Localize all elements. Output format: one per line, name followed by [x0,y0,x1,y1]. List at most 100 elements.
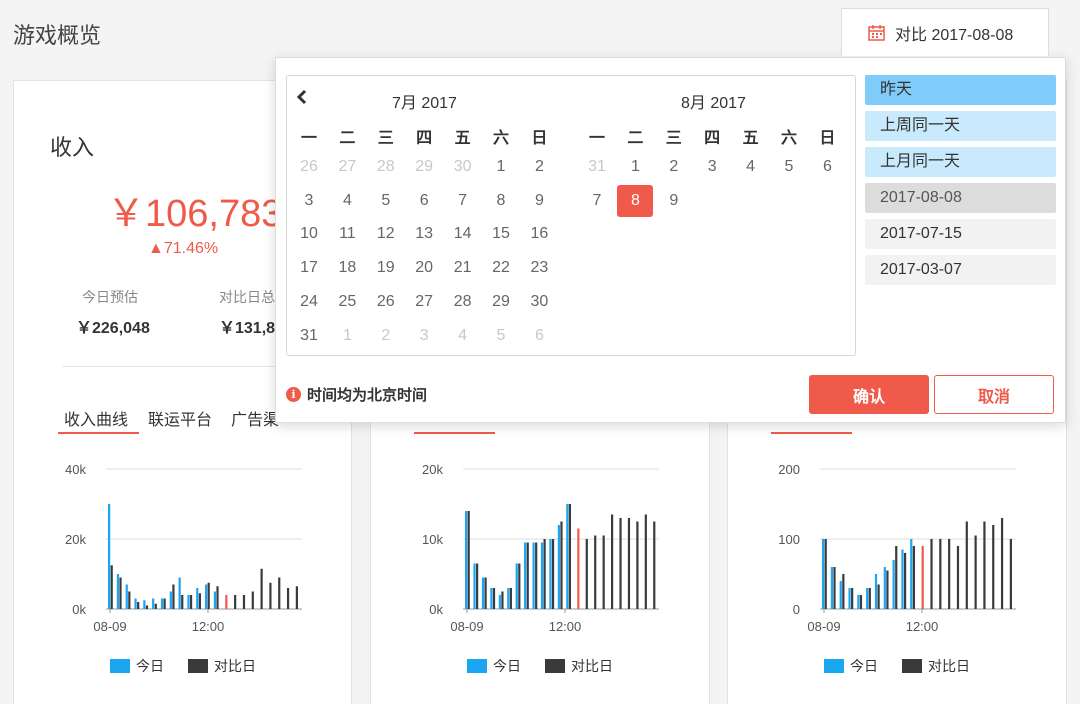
day-cell[interactable]: 30 [445,151,481,183]
day-cell[interactable]: 1 [483,151,519,183]
bar-compare [956,546,960,609]
day-cell[interactable]: 29 [483,286,519,318]
compare-date-button[interactable]: 对比 2017-08-08 [841,8,1049,56]
day-cell[interactable]: 3 [694,151,730,183]
day-cell[interactable]: 28 [445,286,481,318]
confirm-button[interactable]: 确认 [809,375,929,414]
day-cell[interactable]: 6 [521,320,557,352]
bar-compare [610,514,614,609]
bar-today [866,588,869,609]
day-cell[interactable]: 17 [291,252,327,284]
day-cell[interactable]: 16 [521,218,557,250]
day-cell[interactable]: 27 [406,286,442,318]
weekday-label: 六 [780,130,797,147]
day-cell[interactable]: 15 [483,218,519,250]
preset-last-month[interactable]: 上月同一天 [865,147,1056,177]
day-cell[interactable]: 29 [406,151,442,183]
day-cell[interactable]: 26 [368,286,404,318]
day-cell[interactable]: 9 [521,185,557,217]
day-cell[interactable]: 1 [329,320,365,352]
stat-value-compare-total: ￥131,8 [219,320,276,337]
day-cell[interactable]: 4 [329,185,365,217]
weekday-label: 一 [300,130,317,147]
legend-today-label: 今日 [850,658,878,674]
day-cell[interactable]: 5 [771,151,807,183]
day-cell[interactable]: 24 [291,286,327,318]
weekday-label: 三 [665,130,682,147]
weekday-label: 三 [377,130,394,147]
bar-today [196,588,199,609]
day-cell-selected[interactable]: 8 [617,184,654,217]
day-cell[interactable]: 25 [329,286,365,318]
bar-compare [644,514,647,609]
day-cell[interactable]: 30 [521,286,557,318]
bar-compare [492,588,496,609]
bar-compare [974,535,977,609]
day-cell[interactable]: 4 [445,320,481,352]
cancel-button[interactable]: 取消 [934,375,1054,414]
day-cell[interactable]: 8 [483,185,519,217]
preset-date-3[interactable]: 2017-03-07 [865,255,1056,285]
preset-yesterday[interactable]: 昨天 [865,75,1056,105]
day-cell[interactable]: 7 [445,185,481,217]
day-cell[interactable]: 4 [733,151,769,183]
day-cell[interactable]: 3 [406,320,442,352]
day-cell[interactable]: 1 [617,151,653,183]
day-cell[interactable]: 26 [291,151,327,183]
bar-compare [895,546,898,609]
tab-ad-channel[interactable]: 广告渠 [231,406,279,430]
tab-revenue-curve[interactable]: 收入曲线 [64,406,128,430]
bar-today [169,591,172,609]
day-cell[interactable]: 28 [368,151,404,183]
bar-compare [930,539,933,609]
bar-compare [484,577,487,609]
day-cell[interactable]: 6 [809,151,845,183]
bar-today [830,567,834,609]
preset-date-1[interactable]: 2017-08-08 [865,183,1056,213]
bar-today [507,588,510,609]
legend-compare-swatch [188,659,208,673]
day-cell[interactable]: 5 [483,320,519,352]
weekday-label: 日 [531,130,548,147]
day-cell[interactable]: 22 [483,252,519,284]
y-tick-label: 10k [422,532,443,547]
day-cell[interactable]: 2 [656,151,692,183]
day-cell[interactable]: 20 [406,252,442,284]
bar-compare [154,603,157,609]
day-cell[interactable]: 2 [521,151,557,183]
day-cell[interactable]: 27 [329,151,365,183]
bar-compare [198,593,201,609]
day-cell[interactable]: 21 [445,252,481,284]
day-cell[interactable]: 12 [368,218,404,250]
bar-today [901,549,904,609]
metric-chart-3: 200 100 0 08-09 12:00 [778,462,1016,634]
tab-platform[interactable]: 联运平台 [148,406,212,430]
x-tick-label: 12:00 [192,619,225,634]
legend-compare-swatch [545,659,565,673]
day-cell[interactable]: 14 [445,218,481,250]
day-cell[interactable]: 5 [368,185,404,217]
day-cell[interactable]: 31 [291,320,327,352]
bar-today [213,591,217,609]
day-cell[interactable]: 6 [406,185,442,217]
prev-month-button[interactable] [296,88,308,111]
day-cell[interactable]: 11 [329,218,365,250]
day-cell[interactable]: 31 [579,151,615,183]
day-cell[interactable]: 13 [406,218,442,250]
day-cell[interactable]: 19 [368,252,404,284]
day-cell[interactable]: 2 [368,320,404,352]
day-cell[interactable]: 10 [291,218,327,250]
day-cell[interactable]: 23 [521,252,557,284]
preset-last-week[interactable]: 上周同一天 [865,111,1056,141]
legend-today-label: 今日 [136,658,164,674]
bar-today [839,581,842,609]
x-tick-label: 12:00 [906,619,939,634]
page-title: 游戏概览 [13,23,102,48]
day-cell[interactable]: 7 [579,185,615,217]
legend-compare-label: 对比日 [571,658,613,674]
bar-compare [137,602,140,609]
day-cell[interactable]: 18 [329,252,365,284]
day-cell[interactable]: 9 [656,185,692,217]
day-cell[interactable]: 3 [291,185,327,217]
preset-date-2[interactable]: 2017-07-15 [865,219,1056,249]
